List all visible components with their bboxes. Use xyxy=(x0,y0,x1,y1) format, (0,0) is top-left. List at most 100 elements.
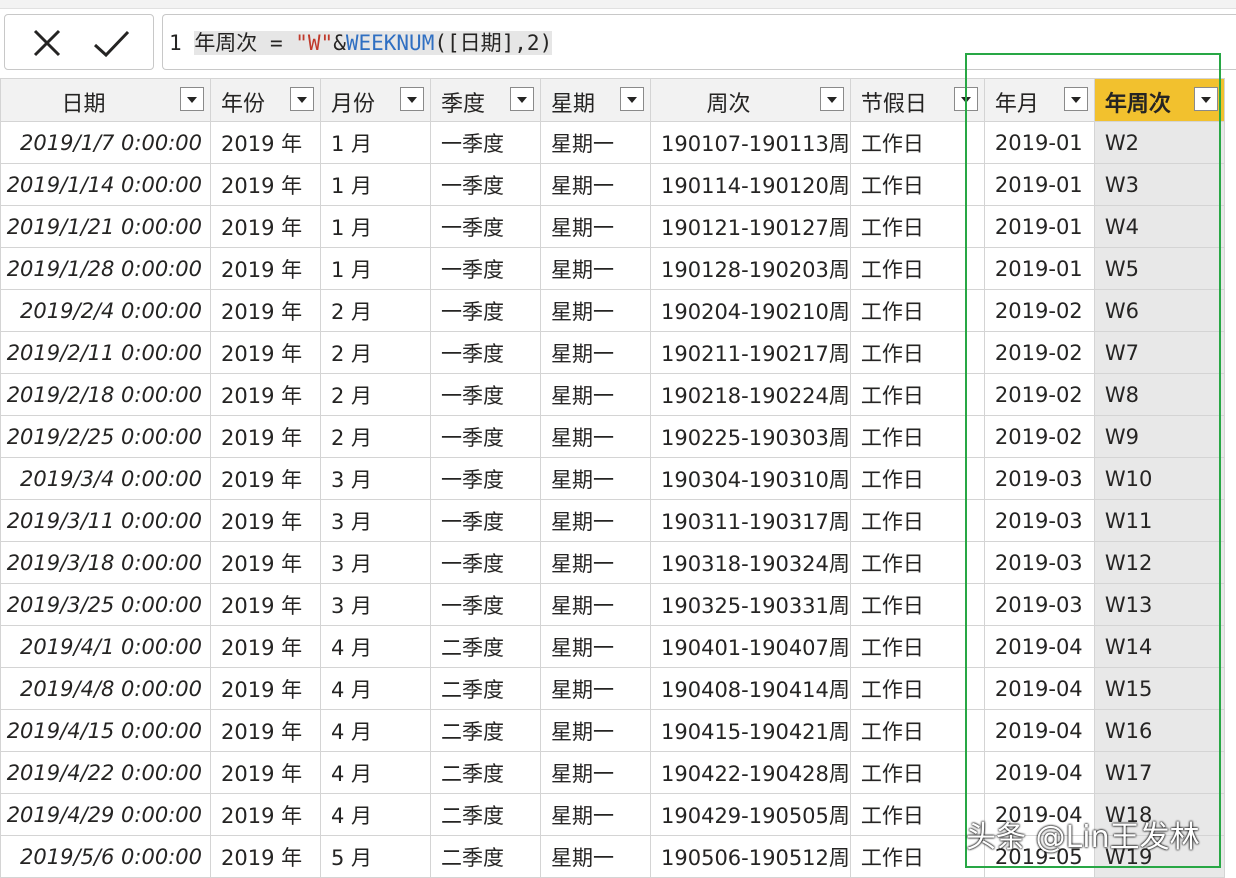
year-month-cell[interactable]: 2019-02 xyxy=(983,415,1095,458)
date-cell[interactable]: 2019/1/21 0:00:00 xyxy=(0,205,211,248)
year-cell[interactable]: 2019 年 xyxy=(210,499,321,542)
week-range-cell[interactable]: 190408-190414周 xyxy=(650,667,851,710)
column-header-weekday[interactable]: 星期 xyxy=(540,78,651,122)
holiday-cell[interactable]: 工作日 xyxy=(849,163,985,206)
year-month-cell[interactable]: 2019-03 xyxy=(983,499,1095,542)
year-week-cell[interactable]: W13 xyxy=(1093,583,1225,626)
column-header-year-month[interactable]: 年月 xyxy=(983,78,1095,122)
month-cell[interactable]: 4 月 xyxy=(320,709,431,752)
date-cell[interactable]: 2019/2/4 0:00:00 xyxy=(0,289,211,332)
year-week-cell[interactable]: W10 xyxy=(1093,457,1225,500)
holiday-cell[interactable]: 工作日 xyxy=(849,583,985,626)
year-month-cell[interactable]: 2019-02 xyxy=(983,289,1095,332)
date-cell[interactable]: 2019/3/4 0:00:00 xyxy=(0,457,211,500)
month-cell[interactable]: 5 月 xyxy=(320,835,431,878)
year-month-cell[interactable]: 2019-04 xyxy=(983,625,1095,668)
holiday-cell[interactable]: 工作日 xyxy=(849,541,985,584)
year-cell[interactable]: 2019 年 xyxy=(210,541,321,584)
month-cell[interactable]: 2 月 xyxy=(320,331,431,374)
table-row[interactable]: 2019/2/11 0:00:00 2019 年2 月一季度 星期一 190211-1… xyxy=(0,331,1225,374)
week-range-cell[interactable]: 190506-190512周 xyxy=(650,835,851,878)
weekday-cell[interactable]: 星期一 xyxy=(540,457,651,500)
date-cell[interactable]: 2019/3/25 0:00:00 xyxy=(0,583,211,626)
table-row[interactable]: 2019/4/8 0:00:00 2019 年4 月二季度 星期一 190408-19… xyxy=(0,667,1225,710)
quarter-cell[interactable]: 一季度 xyxy=(430,205,541,248)
year-cell[interactable]: 2019 年 xyxy=(210,457,321,500)
column-header-year[interactable]: 年份 xyxy=(210,78,321,122)
table-row[interactable]: 2019/3/4 0:00:00 2019 年3 月一季度 星期一 190304-19… xyxy=(0,457,1225,500)
weekday-cell[interactable]: 星期一 xyxy=(540,205,651,248)
year-week-cell[interactable]: W3 xyxy=(1093,163,1225,206)
date-cell[interactable]: 2019/2/25 0:00:00 xyxy=(0,415,211,458)
month-cell[interactable]: 2 月 xyxy=(320,373,431,416)
week-range-cell[interactable]: 190128-190203周 xyxy=(650,247,851,290)
dropdown-arrow-icon[interactable] xyxy=(290,87,314,111)
quarter-cell[interactable]: 一季度 xyxy=(430,583,541,626)
year-month-cell[interactable]: 2019-03 xyxy=(983,583,1095,626)
month-cell[interactable]: 3 月 xyxy=(320,541,431,584)
week-range-cell[interactable]: 190415-190421周 xyxy=(650,709,851,752)
date-cell[interactable]: 2019/4/15 0:00:00 xyxy=(0,709,211,752)
date-cell[interactable]: 2019/4/8 0:00:00 xyxy=(0,667,211,710)
holiday-cell[interactable]: 工作日 xyxy=(849,205,985,248)
column-header-month[interactable]: 月份 xyxy=(320,78,431,122)
dropdown-arrow-icon[interactable] xyxy=(180,87,204,111)
table-row[interactable]: 2019/2/18 0:00:00 2019 年2 月一季度 星期一 190218-1… xyxy=(0,373,1225,416)
table-row[interactable]: 2019/2/25 0:00:00 2019 年2 月一季度 星期一 190225-1… xyxy=(0,415,1225,458)
weekday-cell[interactable]: 星期一 xyxy=(540,331,651,374)
holiday-cell[interactable]: 工作日 xyxy=(849,289,985,332)
year-cell[interactable]: 2019 年 xyxy=(210,331,321,374)
quarter-cell[interactable]: 二季度 xyxy=(430,793,541,836)
dropdown-arrow-icon[interactable] xyxy=(510,87,534,111)
year-cell[interactable]: 2019 年 xyxy=(210,205,321,248)
date-cell[interactable]: 2019/5/6 0:00:00 xyxy=(0,835,211,878)
year-week-cell[interactable]: W17 xyxy=(1093,751,1225,794)
holiday-cell[interactable]: 工作日 xyxy=(849,751,985,794)
week-range-cell[interactable]: 190429-190505周 xyxy=(650,793,851,836)
month-cell[interactable]: 3 月 xyxy=(320,457,431,500)
month-cell[interactable]: 3 月 xyxy=(320,583,431,626)
year-month-cell[interactable]: 2019-03 xyxy=(983,457,1095,500)
holiday-cell[interactable]: 工作日 xyxy=(849,457,985,500)
weekday-cell[interactable]: 星期一 xyxy=(540,835,651,878)
date-cell[interactable]: 2019/3/11 0:00:00 xyxy=(0,499,211,542)
weekday-cell[interactable]: 星期一 xyxy=(540,121,651,164)
quarter-cell[interactable]: 一季度 xyxy=(430,121,541,164)
year-cell[interactable]: 2019 年 xyxy=(210,667,321,710)
year-week-cell[interactable]: W15 xyxy=(1093,667,1225,710)
year-month-cell[interactable]: 2019-01 xyxy=(983,163,1095,206)
year-week-cell[interactable]: W7 xyxy=(1093,331,1225,374)
year-cell[interactable]: 2019 年 xyxy=(210,583,321,626)
month-cell[interactable]: 4 月 xyxy=(320,793,431,836)
week-range-cell[interactable]: 190121-190127周 xyxy=(650,205,851,248)
month-cell[interactable]: 2 月 xyxy=(320,289,431,332)
month-cell[interactable]: 2 月 xyxy=(320,415,431,458)
table-row[interactable]: 2019/4/15 0:00:00 2019 年4 月二季度 星期一 190415-1… xyxy=(0,709,1225,752)
quarter-cell[interactable]: 一季度 xyxy=(430,247,541,290)
year-month-cell[interactable]: 2019-03 xyxy=(983,541,1095,584)
weekday-cell[interactable]: 星期一 xyxy=(540,247,651,290)
close-icon[interactable] xyxy=(27,23,67,63)
quarter-cell[interactable]: 一季度 xyxy=(430,331,541,374)
year-month-cell[interactable]: 2019-04 xyxy=(983,709,1095,752)
weekday-cell[interactable]: 星期一 xyxy=(540,709,651,752)
weekday-cell[interactable]: 星期一 xyxy=(540,583,651,626)
holiday-cell[interactable]: 工作日 xyxy=(849,793,985,836)
table-row[interactable]: 2019/3/18 0:00:00 2019 年3 月一季度 星期一 190318-1… xyxy=(0,541,1225,584)
year-cell[interactable]: 2019 年 xyxy=(210,289,321,332)
quarter-cell[interactable]: 一季度 xyxy=(430,499,541,542)
year-month-cell[interactable]: 2019-04 xyxy=(983,667,1095,710)
week-range-cell[interactable]: 190114-190120周 xyxy=(650,163,851,206)
date-cell[interactable]: 2019/2/11 0:00:00 xyxy=(0,331,211,374)
quarter-cell[interactable]: 一季度 xyxy=(430,289,541,332)
column-header-week[interactable]: 周次 xyxy=(650,78,851,122)
holiday-cell[interactable]: 工作日 xyxy=(849,499,985,542)
year-month-cell[interactable]: 2019-01 xyxy=(983,205,1095,248)
holiday-cell[interactable]: 工作日 xyxy=(849,667,985,710)
quarter-cell[interactable]: 一季度 xyxy=(430,457,541,500)
year-month-cell[interactable]: 2019-01 xyxy=(983,121,1095,164)
weekday-cell[interactable]: 星期一 xyxy=(540,625,651,668)
week-range-cell[interactable]: 190304-190310周 xyxy=(650,457,851,500)
quarter-cell[interactable]: 一季度 xyxy=(430,163,541,206)
quarter-cell[interactable]: 二季度 xyxy=(430,667,541,710)
